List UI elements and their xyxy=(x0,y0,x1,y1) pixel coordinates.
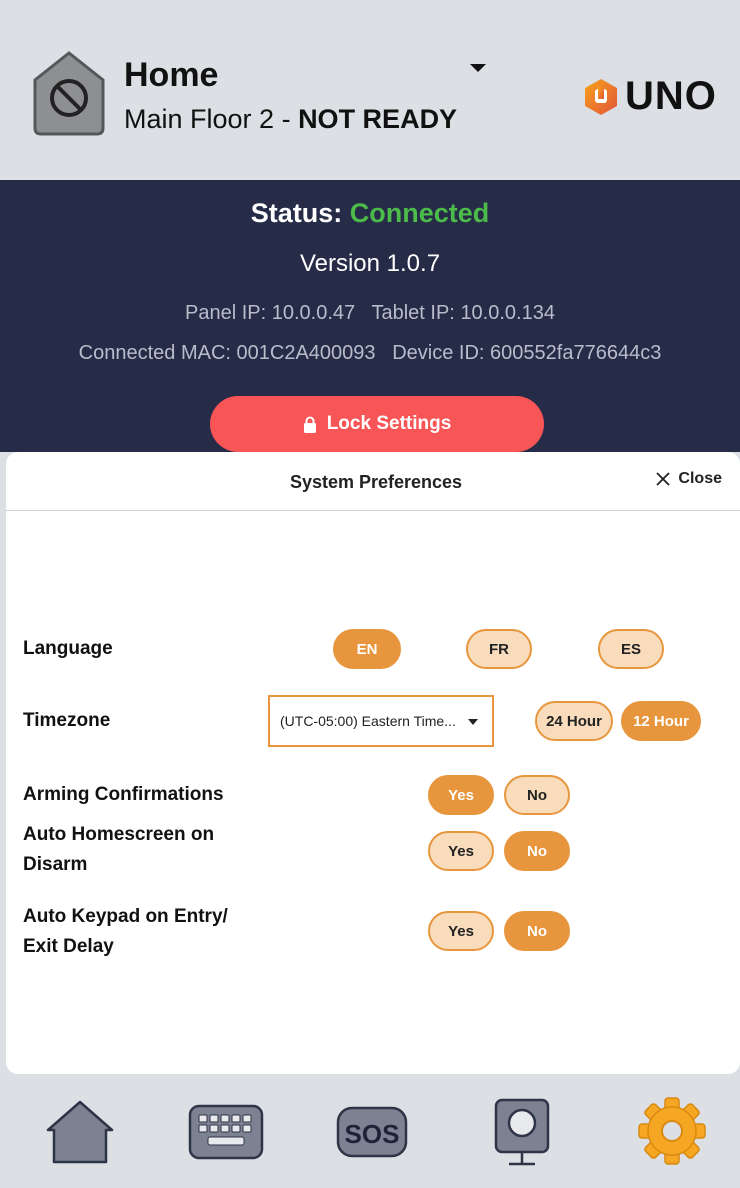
device-id-value: 600552fa776644c3 xyxy=(490,342,662,364)
settings-gear-icon xyxy=(638,1097,706,1165)
mac-value: 001C2A400093 xyxy=(236,342,376,364)
home-icon xyxy=(46,1100,114,1164)
auto-homescreen-yes-button[interactable]: Yes xyxy=(428,831,494,871)
nav-settings[interactable] xyxy=(632,1096,712,1166)
auto-homescreen-label: Auto Homescreen on Disarm xyxy=(23,820,214,880)
close-button[interactable]: Close xyxy=(656,470,722,488)
sos-icon: SOS xyxy=(336,1106,408,1158)
location-name: Main Floor 2 xyxy=(124,104,275,134)
caret-down-icon xyxy=(468,719,478,725)
camera-icon xyxy=(494,1098,550,1166)
blocked-home-icon[interactable] xyxy=(32,50,106,136)
connection-status-panel: Status: Connected Version 1.0.7 Panel IP… xyxy=(0,180,740,452)
language-en-button[interactable]: EN xyxy=(333,629,401,669)
status-label: Status: xyxy=(250,198,350,228)
partition-subtitle: Main Floor 2 - NOT READY xyxy=(124,104,457,135)
auto-homescreen-label-line1: Auto Homescreen on xyxy=(23,824,215,845)
auto-keypad-no-button[interactable]: No xyxy=(504,911,570,951)
language-es-button[interactable]: ES xyxy=(598,629,664,669)
sheet-title: System Preferences xyxy=(289,472,463,492)
bottom-nav: SOS xyxy=(0,1076,740,1188)
header-divider xyxy=(6,510,740,511)
connection-status: Status: Connected xyxy=(0,198,740,229)
auto-keypad-label-line1: Auto Keypad on Entry/ xyxy=(23,906,228,927)
tablet-ip-label: Tablet IP: xyxy=(371,302,455,324)
auto-keypad-yes-button[interactable]: Yes xyxy=(428,911,494,951)
arming-confirmations-yes-button[interactable]: Yes xyxy=(428,775,494,815)
keypad-icon xyxy=(188,1104,264,1160)
partition-status: NOT READY xyxy=(298,104,458,134)
lock-settings-button[interactable]: Lock Settings xyxy=(210,396,544,452)
status-value: Connected xyxy=(349,198,490,228)
format-24-hour-button[interactable]: 24 Hour xyxy=(535,701,613,741)
device-id-label: Device ID: xyxy=(392,342,485,364)
auto-keypad-label-line2: Exit Delay xyxy=(23,936,114,957)
language-fr-button[interactable]: FR xyxy=(466,629,532,669)
brand-logo: UNO xyxy=(583,74,717,119)
format-12-hour-button[interactable]: 12 Hour xyxy=(621,701,701,741)
timezone-label: Timezone xyxy=(23,710,111,731)
device-info: Connected MAC: 001C2A400093 Device ID: 6… xyxy=(0,342,740,365)
panel-ip-label: Panel IP: xyxy=(185,302,267,324)
app-root: Home Main Floor 2 - NOT READY UNO Status… xyxy=(0,0,740,1188)
auto-homescreen-no-button[interactable]: No xyxy=(504,831,570,871)
sos-label: SOS xyxy=(345,1119,400,1149)
subtitle-separator: - xyxy=(274,104,299,134)
tablet-ip-value: 10.0.0.134 xyxy=(460,302,555,324)
close-label: Close xyxy=(678,470,722,487)
close-icon xyxy=(656,472,671,486)
lock-settings-label: Lock Settings xyxy=(326,413,452,434)
timezone-select[interactable]: (UTC-05:00) Eastern Time... xyxy=(268,695,494,747)
nav-home[interactable] xyxy=(40,1096,120,1166)
ip-info: Panel IP: 10.0.0.47 Tablet IP: 10.0.0.13… xyxy=(0,302,740,325)
header: Home Main Floor 2 - NOT READY UNO xyxy=(0,0,740,180)
arming-confirmations-no-button[interactable]: No xyxy=(504,775,570,815)
caret-down-icon[interactable] xyxy=(470,64,486,72)
nav-keypad[interactable] xyxy=(186,1096,266,1166)
auto-homescreen-label-line2: Disarm xyxy=(23,854,88,875)
partition-title: Home xyxy=(124,56,219,94)
panel-ip-value: 10.0.0.47 xyxy=(271,302,356,324)
arming-confirmations-label: Arming Confirmations xyxy=(23,784,224,805)
nav-sos[interactable]: SOS xyxy=(332,1096,412,1166)
uno-hex-icon xyxy=(585,78,617,115)
lock-icon xyxy=(303,416,316,433)
version-label: Version 1.0.7 xyxy=(299,250,441,277)
brand-name: UNO xyxy=(625,74,717,118)
timezone-value: (UTC-05:00) Eastern Time... xyxy=(280,713,456,729)
language-label: Language xyxy=(23,638,113,659)
auto-keypad-label: Auto Keypad on Entry/ Exit Delay xyxy=(23,902,228,962)
nav-camera[interactable] xyxy=(482,1096,562,1166)
mac-label: Connected MAC: xyxy=(78,342,231,364)
system-preferences-sheet: System Preferences Close Language EN FR … xyxy=(6,452,740,1074)
